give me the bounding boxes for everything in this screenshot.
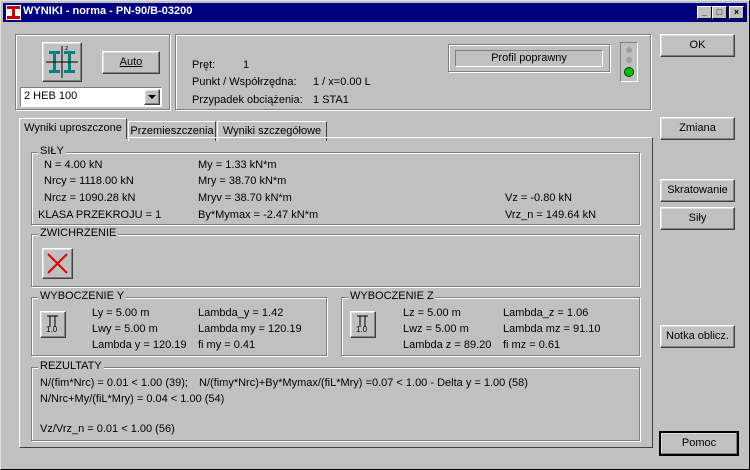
lwz-value: Lwz = 5.00 m: [403, 323, 469, 335]
app-icon: [6, 5, 21, 20]
my-value: My = 1.33 kN*m: [198, 159, 277, 171]
sily-button[interactable]: Siły: [660, 207, 735, 230]
lambdaz-value: Lambda z = 89.20: [403, 339, 492, 351]
wyboczenie-z-icon-text: 1.0: [356, 325, 368, 334]
skratowanie-button[interactable]: Skratowanie: [660, 179, 735, 202]
rezultat-line-3: Vz/Vrz_n = 0.01 < 1.00 (56): [40, 423, 175, 435]
wyboczenie-y-title: WYBOCZENIE Y: [38, 290, 127, 302]
profile-section-icon[interactable]: z: [42, 42, 82, 82]
minimize-icon[interactable]: _: [697, 6, 712, 19]
bymymax-value: By*Mymax = -2.47 kN*m: [198, 209, 319, 221]
ly-value: Ly = 5.00 m: [92, 307, 150, 319]
status-text: Profil poprawny: [455, 50, 603, 67]
rezultaty-group: REZULTATY N/(fim*Nrc) = 0.01 < 1.00 (39)…: [31, 360, 640, 441]
mryv-value: Mryv = 38.70 kN*m: [198, 192, 292, 204]
zmiana-button[interactable]: Zmiana: [660, 117, 735, 140]
zwichrzenie-group: ZWICHRZENIE: [31, 227, 640, 287]
przypadek-value: 1 STA1: [313, 94, 349, 106]
nrcz-value: Nrcz = 1090.28 kN: [44, 192, 136, 204]
lwy-value: Lwy = 5.00 m: [92, 323, 158, 335]
title-bar[interactable]: WYNIKI - norma - PN-90/B-03200 _ □ ×: [3, 3, 747, 22]
status-lights: [620, 42, 638, 82]
punkt-value: 1 / x=0.00 L: [313, 76, 371, 88]
lz-value: Lz = 5.00 m: [403, 307, 461, 319]
nrcy-value: Nrcy = 1118.00 kN: [44, 175, 134, 187]
tab-label: Przemieszczenia: [130, 125, 214, 137]
pomoc-label: Pomoc: [681, 437, 717, 449]
wyboczenie-z-group: WYBOCZENIE Z 1.0 Lz = 5.00 m Lwz = 5.00 …: [341, 290, 640, 356]
sily-title: SIŁY: [38, 145, 66, 157]
lambday-value: Lambda y = 120.19: [92, 339, 187, 351]
rezultat-line-1a: N/(fim*Nrc) = 0.01 < 1.00 (39);: [40, 377, 188, 389]
tab-label: Wyniki szczegółowe: [222, 125, 322, 137]
rezultat-line-1b: N/(fimy*Nrc)+By*Mymax/(fiL*Mry) =0.07 < …: [199, 377, 528, 389]
status-box: Profil poprawny: [448, 44, 610, 72]
profile-select[interactable]: 2 HEB 100: [20, 87, 162, 107]
wyboczenie-y-icon-text: 1.0: [46, 325, 58, 334]
pret-value: 1: [243, 59, 250, 71]
close-icon[interactable]: ×: [729, 6, 744, 19]
zmiana-label: Zmiana: [679, 122, 716, 134]
window-title: WYNIKI - norma - PN-90/B-03200: [23, 5, 193, 17]
profile-panel: z Auto 2 HEB 100: [15, 34, 170, 110]
pomoc-button[interactable]: Pomoc: [659, 431, 739, 456]
wyboczenie-y-icon[interactable]: 1.0: [40, 311, 66, 338]
zwichrzenie-toggle-icon[interactable]: [42, 248, 73, 279]
lambda-mz-value: Lambda mz = 91.10: [503, 323, 601, 335]
svg-text:z: z: [65, 45, 68, 52]
fimz-value: fi mz = 0.61: [503, 339, 561, 351]
tab-wyniki-uproszczone[interactable]: Wyniki uproszczone: [19, 118, 127, 139]
light-off-icon: [626, 47, 632, 53]
maximize-icon[interactable]: □: [712, 6, 727, 19]
pret-label: Pręt:: [192, 59, 216, 71]
ok-label: OK: [689, 39, 706, 51]
info-panel: Pręt: 1 Punkt / Współrzędna: 1 / x=0.00 …: [175, 34, 651, 110]
zwichrzenie-title: ZWICHRZENIE: [38, 227, 119, 239]
sily-group: SIŁY N = 4.00 kN Nrcy = 1118.00 kN Nrcz …: [31, 145, 640, 225]
mry-value: Mry = 38.70 kN*m: [198, 175, 287, 187]
auto-label: Auto: [119, 56, 143, 68]
tab-panel: SIŁY N = 4.00 kN Nrcy = 1118.00 kN Nrcz …: [19, 137, 653, 448]
skratowanie-label: Skratowanie: [667, 184, 728, 196]
tab-label: Wyniki uproszczone: [24, 122, 122, 134]
lambda-y-value: Lambda_y = 1.42: [198, 307, 284, 319]
light-off-icon: [626, 57, 632, 63]
wyboczenie-y-group: WYBOCZENIE Y 1.0 Ly = 5.00 m Lwy = 5.00 …: [31, 290, 327, 356]
n-value: N = 4.00 kN: [44, 159, 103, 171]
przypadek-label: Przypadek obciążenia:: [192, 94, 303, 106]
ok-button[interactable]: OK: [660, 34, 735, 57]
rezultat-line-2: N/Nrc+My/(fiL*Mry) = 0.04 < 1.00 (54): [40, 393, 225, 405]
klasa-value: KLASA PRZEKROJU = 1: [38, 209, 162, 221]
green-light-icon: [624, 67, 634, 77]
auto-button[interactable]: Auto: [102, 51, 160, 74]
notka-button[interactable]: Notka oblicz.: [660, 325, 735, 348]
notka-label: Notka oblicz.: [666, 330, 729, 342]
wyboczenie-z-title: WYBOCZENIE Z: [348, 290, 436, 302]
fimy-value: fi my = 0.41: [198, 339, 256, 351]
chevron-down-icon[interactable]: [144, 89, 160, 105]
wyboczenie-z-icon[interactable]: 1.0: [350, 311, 376, 338]
punkt-label: Punkt / Współrzędna:: [192, 76, 297, 88]
wyniki-window: WYNIKI - norma - PN-90/B-03200 _ □ × z A…: [0, 0, 750, 470]
lambda-my-value: Lambda my = 120.19: [198, 323, 302, 335]
lambda-z-value: Lambda_z = 1.06: [503, 307, 589, 319]
profile-select-value: 2 HEB 100: [24, 90, 78, 102]
vz-value: Vz = -0.80 kN: [505, 192, 572, 204]
sily-label: Siły: [688, 212, 707, 224]
rezultaty-title: REZULTATY: [38, 360, 104, 372]
vrzn-value: Vrz_n = 149.64 kN: [505, 209, 597, 221]
